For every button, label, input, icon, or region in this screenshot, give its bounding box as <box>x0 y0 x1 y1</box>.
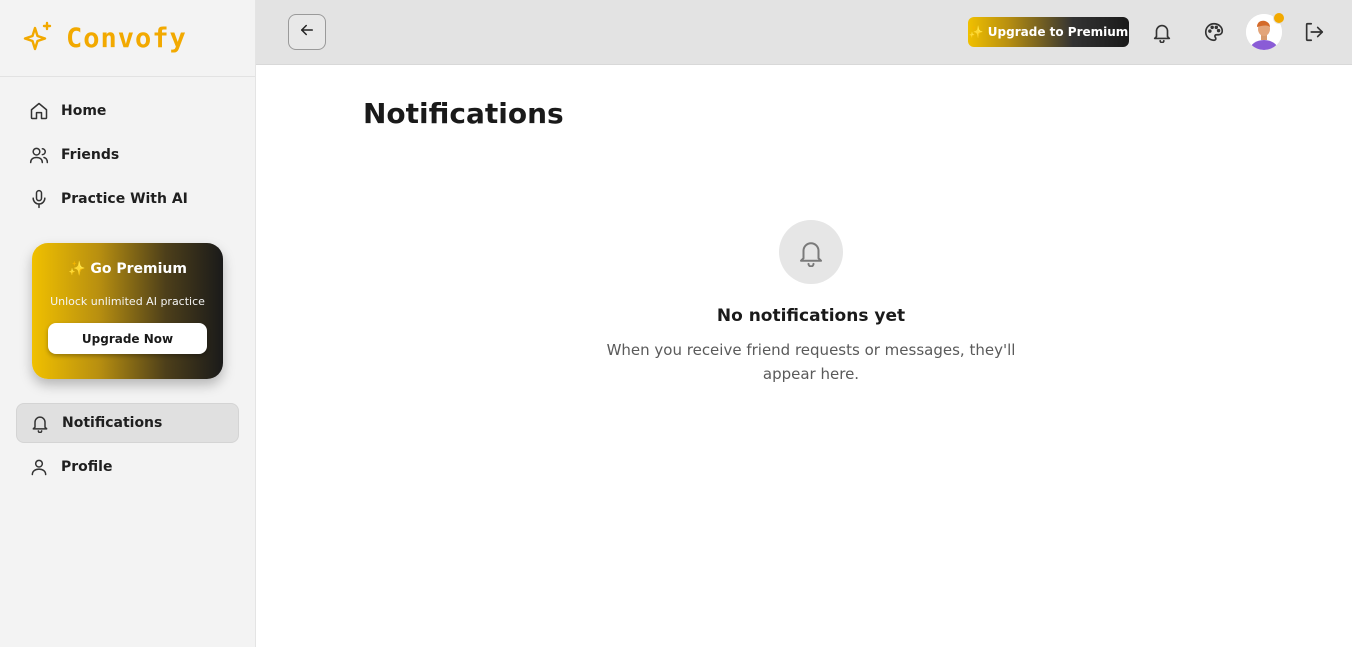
sidebar-item-practice-with-ai[interactable]: Practice With AI <box>16 179 239 219</box>
brand-name: Convofy <box>66 22 187 54</box>
empty-state-title: No notifications yet <box>716 306 906 326</box>
home-icon <box>29 101 49 121</box>
sidebar-item-label: Profile <box>61 459 113 475</box>
logout-icon[interactable] <box>1302 20 1326 44</box>
sidebar-item-label: Notifications <box>62 415 163 431</box>
top-bar: ✨ Upgrade to Premium <box>256 0 1352 65</box>
sidebar-item-friends[interactable]: Friends <box>16 135 239 175</box>
sidebar-bottom-nav: Notifications Profile <box>0 403 255 487</box>
upgrade-now-button[interactable]: Upgrade Now <box>48 323 207 354</box>
sidebar-item-home[interactable]: Home <box>16 91 239 131</box>
premium-title: ✨ Go Premium <box>68 261 187 277</box>
sidebar-nav: Home Friends Practice With AI <box>0 77 255 219</box>
premium-subtitle: Unlock unlimited AI practice <box>50 295 205 308</box>
bell-icon <box>30 413 50 433</box>
brand[interactable]: Convofy <box>0 0 255 77</box>
page-title: Notifications <box>363 97 564 130</box>
back-button[interactable] <box>288 14 326 50</box>
empty-bell-icon <box>779 220 843 284</box>
upgrade-to-premium-button[interactable]: ✨ Upgrade to Premium <box>968 17 1129 47</box>
user-icon <box>29 457 49 477</box>
sidebar-item-label: Friends <box>61 147 120 163</box>
sidebar-item-label: Home <box>61 103 107 119</box>
empty-state-description: When you receive friend requests or mess… <box>606 341 1016 383</box>
microphone-icon <box>29 189 49 209</box>
main-content: Notifications No notifications yet When … <box>256 66 1352 647</box>
notifications-bell-icon[interactable] <box>1150 20 1174 44</box>
empty-state: No notifications yet When you receive fr… <box>586 220 1036 386</box>
palette-icon[interactable] <box>1202 20 1226 44</box>
arrow-left-icon <box>298 21 316 43</box>
sparkle-logo-icon <box>20 20 56 56</box>
sidebar-item-label: Practice With AI <box>61 191 188 207</box>
users-icon <box>29 145 49 165</box>
sidebar-item-notifications[interactable]: Notifications <box>16 403 239 443</box>
sidebar: Convofy Home Friends Practice With AI ✨ … <box>0 0 256 647</box>
premium-card: ✨ Go Premium Unlock unlimited AI practic… <box>32 243 223 379</box>
crown-badge-icon <box>1273 12 1285 24</box>
sidebar-item-profile[interactable]: Profile <box>16 447 239 487</box>
